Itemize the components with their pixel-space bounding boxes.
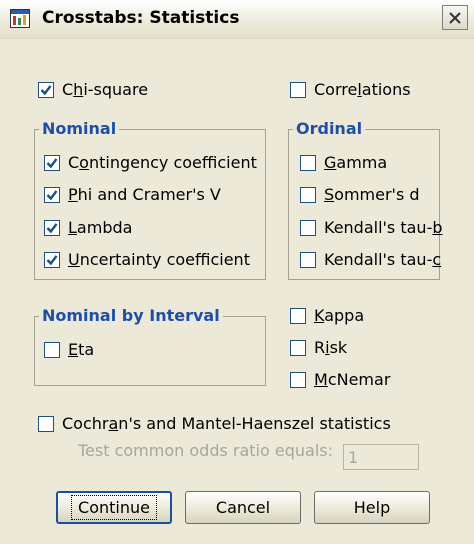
checkbox-box[interactable]	[290, 339, 306, 356]
uncertainty-coefficient-checkbox[interactable]: Uncertainty coefficient	[44, 250, 250, 269]
correlations-checkbox[interactable]: Correlations	[290, 80, 411, 99]
cancel-button-label: Cancel	[215, 498, 271, 517]
chi-square-checkbox[interactable]: Chi-square	[38, 80, 148, 99]
help-button[interactable]: Help	[314, 491, 430, 524]
gamma-label: Gamma	[324, 153, 388, 172]
uncertainty-coefficient-label: Uncertainty coefficient	[68, 250, 250, 269]
lambda-label: Lambda	[68, 218, 133, 237]
lambda-checkbox[interactable]: Lambda	[44, 218, 132, 237]
sommers-d-checkbox[interactable]: Sommer's d	[300, 185, 420, 204]
checkbox-box[interactable]	[44, 341, 60, 358]
checkbox-box[interactable]	[300, 251, 316, 268]
phi-cramers-v-checkbox[interactable]: Phi and Cramer's V	[44, 185, 221, 204]
kappa-checkbox[interactable]: Kappa	[290, 306, 364, 325]
cochran-mantel-haenszel-label: Cochran's and Mantel-Haenszel statistics	[62, 414, 391, 433]
odds-ratio-label: Test common odds ratio equals:	[78, 441, 333, 460]
checkbox-box[interactable]	[44, 154, 60, 171]
close-button[interactable]	[442, 5, 468, 30]
checkbox-box[interactable]	[290, 307, 306, 324]
phi-cramers-v-label: Phi and Cramer's V	[68, 185, 221, 204]
risk-label: Risk	[314, 338, 348, 357]
mcnemar-label: McNemar	[314, 370, 391, 389]
continue-button[interactable]: Continue	[56, 491, 172, 524]
kappa-label: Kappa	[314, 306, 365, 325]
contingency-coefficient-label: Contingency coefficient	[68, 153, 257, 172]
gamma-checkbox[interactable]: Gamma	[300, 153, 387, 172]
checkbox-box[interactable]	[44, 219, 60, 236]
kendalls-tau-c-label: Kendall's tau-c	[324, 250, 442, 269]
crosstabs-statistics-dialog: Crosstabs: Statistics Chi-square Correla…	[0, 0, 474, 544]
title-bar[interactable]: Crosstabs: Statistics	[0, 0, 474, 39]
chi-square-label: Chi-square	[62, 80, 149, 99]
ordinal-legend: Ordinal	[293, 119, 366, 139]
checkbox-box[interactable]	[38, 415, 54, 432]
checkbox-box[interactable]	[300, 219, 316, 236]
cancel-button[interactable]: Cancel	[185, 491, 301, 524]
mcnemar-checkbox[interactable]: McNemar	[290, 370, 390, 389]
checkbox-box[interactable]	[44, 186, 60, 203]
kendalls-tau-b-checkbox[interactable]: Kendall's tau-b	[300, 218, 443, 237]
checkbox-box[interactable]	[290, 371, 306, 388]
continue-button-label: Continue	[71, 495, 157, 520]
contingency-coefficient-checkbox[interactable]: Contingency coefficient	[44, 153, 257, 172]
checkbox-box[interactable]	[300, 186, 316, 203]
window-title: Crosstabs: Statistics	[42, 8, 240, 28]
risk-checkbox[interactable]: Risk	[290, 338, 347, 357]
nominal-legend: Nominal	[39, 119, 120, 139]
eta-label: Eta	[68, 340, 95, 359]
odds-ratio-input[interactable]	[343, 444, 419, 470]
help-button-label: Help	[353, 498, 391, 517]
cochran-mantel-haenszel-checkbox[interactable]: Cochran's and Mantel-Haenszel statistics	[38, 414, 391, 433]
correlations-label: Correlations	[314, 80, 411, 99]
sommers-d-label: Sommer's d	[324, 185, 420, 204]
checkbox-box[interactable]	[38, 81, 54, 98]
close-icon	[449, 11, 461, 24]
spss-app-icon	[10, 9, 30, 28]
kendalls-tau-b-label: Kendall's tau-b	[324, 218, 443, 237]
nominal-by-interval-legend: Nominal by Interval	[39, 306, 223, 326]
checkbox-box[interactable]	[300, 154, 316, 171]
checkbox-box[interactable]	[44, 251, 60, 268]
eta-checkbox[interactable]: Eta	[44, 340, 94, 359]
checkbox-box[interactable]	[290, 81, 306, 98]
kendalls-tau-c-checkbox[interactable]: Kendall's tau-c	[300, 250, 441, 269]
